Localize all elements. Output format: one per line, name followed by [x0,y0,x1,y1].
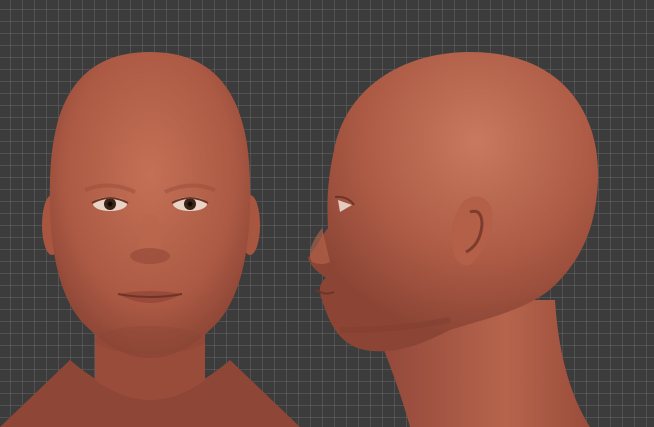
3d-viewport[interactable] [0,0,654,427]
front-face [49,52,251,358]
side-view-head [308,52,599,427]
sculpt-render[interactable] [0,0,654,427]
front-view-head [0,52,300,427]
